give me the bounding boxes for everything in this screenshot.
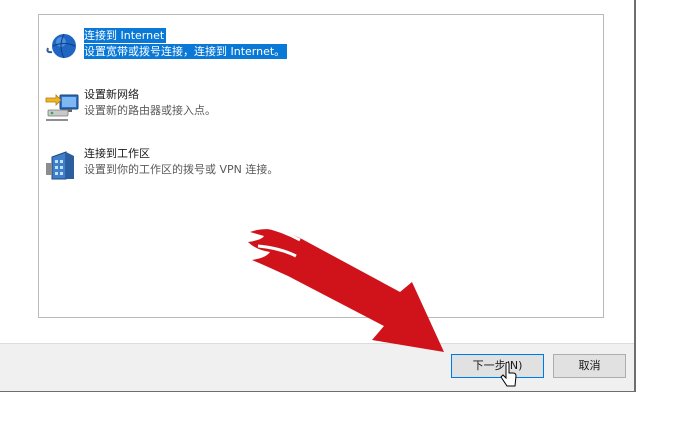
connection-wizard-window: 连接到 Internet 设置宽带或拨号连接，连接到 Internet。 设置新… xyxy=(0,0,636,392)
option-description: 设置宽带或拨号连接，连接到 Internet。 xyxy=(84,44,288,59)
option-description: 设置新的路由器或接入点。 xyxy=(84,104,216,117)
option-setup-new-network[interactable]: 设置新网络 设置新的路由器或接入点。 xyxy=(44,86,584,126)
mouse-cursor-icon xyxy=(500,361,518,388)
cancel-button[interactable]: 取消 xyxy=(553,354,626,378)
option-title: 连接到工作区 xyxy=(84,147,150,160)
option-title: 设置新网络 xyxy=(84,88,139,101)
option-connect-internet[interactable]: 连接到 Internet 设置宽带或拨号连接，连接到 Internet。 xyxy=(44,27,584,67)
wizard-footer: 下一步(N) 取消 xyxy=(0,343,634,391)
option-title: 连接到 Internet xyxy=(84,28,167,43)
globe-icon xyxy=(44,31,80,65)
connection-options-list: 连接到 Internet 设置宽带或拨号连接，连接到 Internet。 设置新… xyxy=(38,14,604,318)
workplace-icon xyxy=(44,149,80,183)
new-network-icon xyxy=(44,90,80,124)
screen: 连接到 Internet 设置宽带或拨号连接，连接到 Internet。 设置新… xyxy=(0,0,700,440)
option-description: 设置到你的工作区的拨号或 VPN 连接。 xyxy=(84,163,279,176)
next-button[interactable]: 下一步(N) xyxy=(451,354,544,378)
option-connect-workplace[interactable]: 连接到工作区 设置到你的工作区的拨号或 VPN 连接。 xyxy=(44,145,584,185)
